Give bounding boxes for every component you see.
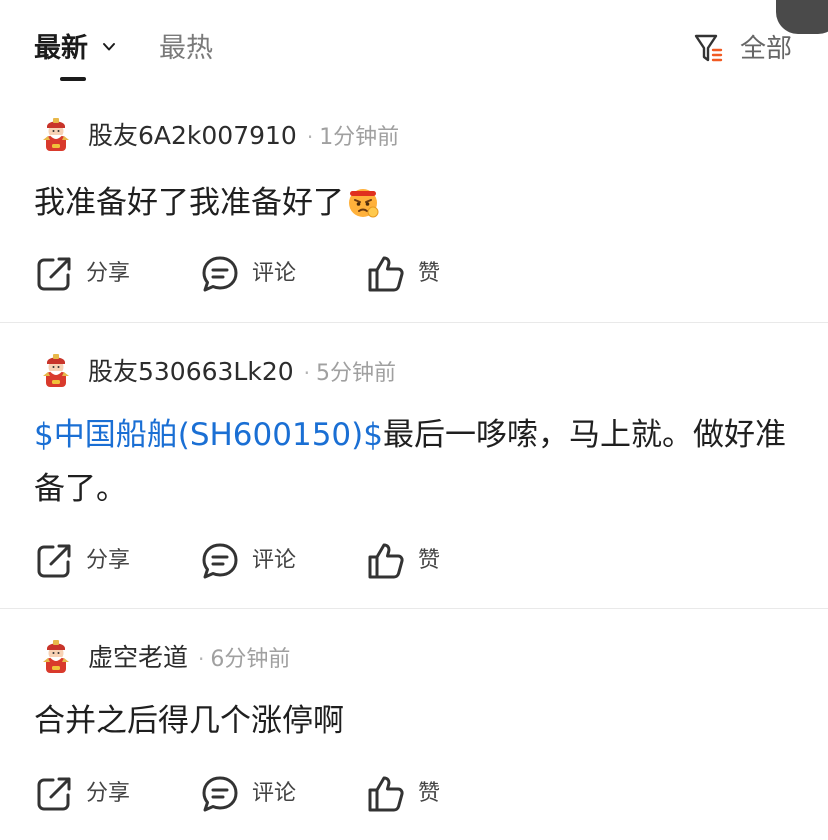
separator-dot: · bbox=[306, 125, 314, 149]
share-icon bbox=[34, 254, 74, 294]
filter-icon bbox=[694, 34, 723, 62]
tab-hot[interactable]: 最热 bbox=[159, 30, 213, 68]
share-label: 分享 bbox=[86, 781, 131, 806]
like-label: 赞 bbox=[418, 548, 441, 573]
filter-label: 全部 bbox=[740, 34, 793, 64]
username: 股友6A2k007910 bbox=[88, 121, 297, 150]
thumbs-up-icon bbox=[366, 254, 406, 294]
tab-hot-label: 最热 bbox=[159, 33, 213, 64]
post-content[interactable]: 我准备好了我准备好了 bbox=[34, 176, 794, 230]
post-actions: 分享 评论 赞 bbox=[34, 774, 634, 814]
post-time: 6分钟前 bbox=[210, 647, 291, 672]
avatar[interactable] bbox=[38, 638, 74, 674]
separator-dot: · bbox=[303, 361, 311, 385]
like-label: 赞 bbox=[418, 261, 441, 286]
comment-icon bbox=[200, 774, 240, 814]
thumbs-up-icon bbox=[366, 541, 406, 581]
angry-face-emoji-icon bbox=[349, 189, 379, 218]
post-content[interactable]: $中国船舶(SH600150)$最后一哆嗦，马上就。做好准备了。 bbox=[34, 408, 794, 516]
stock-link[interactable]: $中国船舶(SH600150)$ bbox=[34, 417, 383, 453]
avatar[interactable] bbox=[38, 116, 74, 152]
tab-latest-label: 最新 bbox=[34, 33, 88, 64]
comment-label: 评论 bbox=[252, 781, 297, 806]
comment-icon bbox=[200, 254, 240, 294]
comment-label: 评论 bbox=[252, 261, 297, 286]
tab-latest[interactable]: 最新 bbox=[34, 30, 115, 68]
comment-icon bbox=[200, 541, 240, 581]
post-text: 我准备好了我准备好了 bbox=[34, 185, 344, 221]
post-text: 合并之后得几个涨停啊 bbox=[34, 703, 344, 739]
separator-dot: · bbox=[198, 647, 205, 671]
chevron-down-icon bbox=[103, 43, 115, 51]
share-icon bbox=[34, 541, 74, 581]
active-tab-indicator bbox=[60, 77, 86, 81]
share-label: 分享 bbox=[86, 548, 131, 573]
thumbs-up-icon bbox=[366, 774, 406, 814]
divider bbox=[0, 608, 828, 609]
divider bbox=[0, 322, 828, 323]
username: 虚空老道 bbox=[88, 643, 189, 672]
share-icon bbox=[34, 774, 74, 814]
post-actions: 分享 评论 赞 bbox=[34, 541, 634, 581]
username: 股友530663Lk20 bbox=[88, 357, 294, 386]
post-time: 5分钟前 bbox=[316, 361, 397, 386]
post-time: 1分钟前 bbox=[319, 125, 400, 150]
feed-tabs: 最新 最热 全部 bbox=[0, 0, 828, 96]
avatar[interactable] bbox=[38, 352, 74, 388]
comment-label: 评论 bbox=[252, 548, 297, 573]
like-label: 赞 bbox=[418, 781, 441, 806]
post-actions: 分享 评论 赞 bbox=[34, 254, 634, 294]
share-label: 分享 bbox=[86, 261, 131, 286]
post-content[interactable]: 合并之后得几个涨停啊 bbox=[34, 694, 794, 748]
